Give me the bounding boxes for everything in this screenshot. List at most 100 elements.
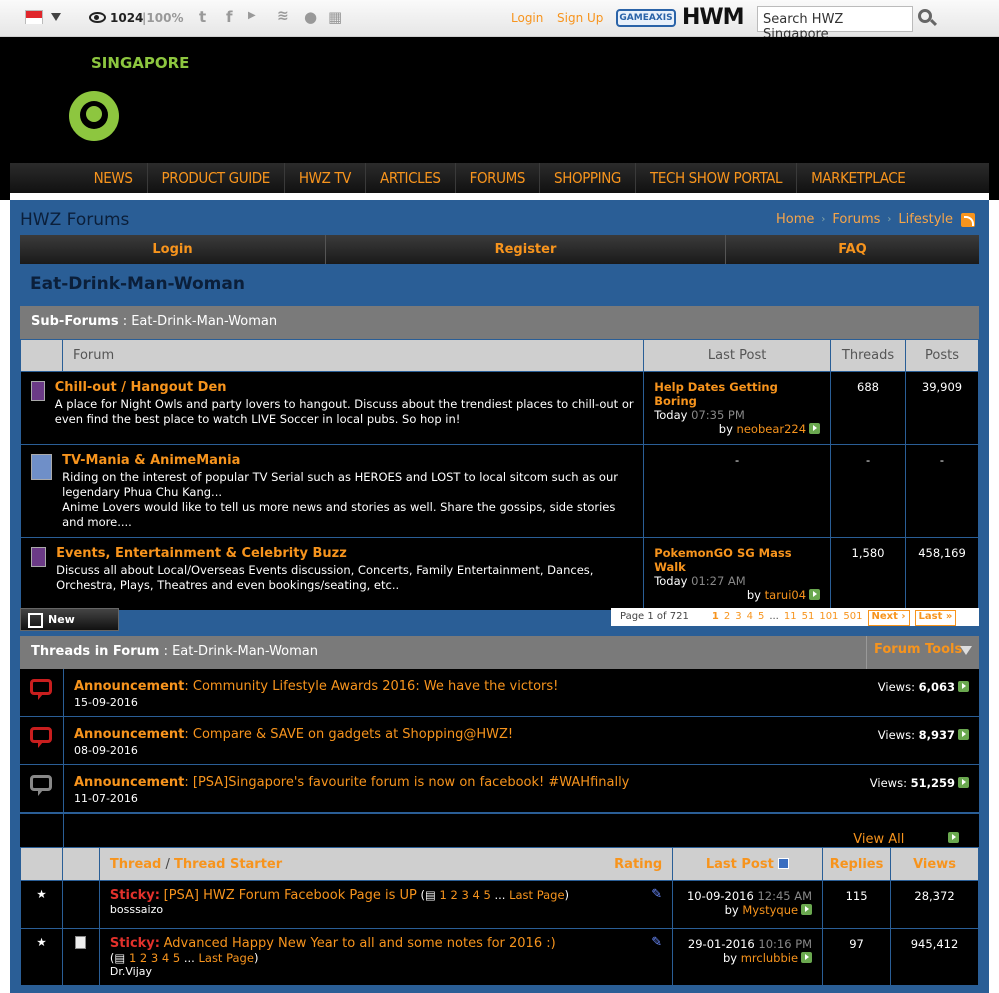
- go-to-post-icon[interactable]: [958, 729, 969, 740]
- nav-shopping[interactable]: SHOPPING: [539, 163, 635, 193]
- nav-marketplace[interactable]: MARKETPLACE: [796, 163, 919, 193]
- announcement-views: Views: 51,259: [870, 776, 969, 790]
- search-input[interactable]: Search HWZ Singapore: [757, 6, 913, 42]
- thread-starter[interactable]: bosssaizo: [110, 903, 662, 916]
- column-last-post: Last Post: [672, 847, 824, 881]
- faq-button[interactable]: FAQ: [726, 235, 979, 264]
- nav-tech-show-portal[interactable]: TECH SHOW PORTAL: [635, 163, 796, 193]
- page-link[interactable]: 5: [758, 608, 764, 626]
- android-icon[interactable]: ▦: [328, 8, 342, 28]
- post-count: 39,909: [905, 371, 979, 445]
- thread-page-link[interactable]: 3: [151, 951, 158, 965]
- by-label: by: [746, 588, 761, 602]
- sort-thread[interactable]: Thread: [110, 857, 161, 872]
- page-link[interactable]: 101: [819, 608, 838, 626]
- column-replies[interactable]: Replies: [822, 847, 892, 881]
- register-button[interactable]: Register: [326, 235, 726, 264]
- thread-page-link[interactable]: 2: [140, 951, 147, 965]
- rss-feed-icon[interactable]: [961, 212, 975, 227]
- page-link[interactable]: 51: [802, 608, 815, 626]
- signup-link[interactable]: Sign Up: [557, 11, 603, 25]
- thread-title-link[interactable]: [PSA] HWZ Forum Facebook Page is UP: [164, 888, 417, 903]
- search-icon[interactable]: [918, 9, 932, 23]
- last-post-title[interactable]: PokemonGO SG Mass Walk: [654, 546, 791, 574]
- youtube-icon[interactable]: ▶: [248, 10, 256, 30]
- singapore-flag-icon[interactable]: [25, 10, 43, 24]
- thread-last-page-link[interactable]: Last Page: [198, 951, 253, 965]
- sort-thread-starter[interactable]: Thread Starter: [174, 857, 282, 872]
- nav-hwz-tv[interactable]: HWZ TV: [283, 163, 365, 193]
- go-icon[interactable]: [948, 832, 959, 843]
- subforum-description: Anime Lovers would like to tell us more …: [62, 500, 616, 529]
- gameaxis-logo[interactable]: GAMEAXIS: [616, 9, 676, 27]
- go-to-post-icon[interactable]: [809, 589, 821, 600]
- table-header-row: Thread / Thread Starter Rating Last Post…: [20, 847, 979, 881]
- thread-page-link[interactable]: 5: [173, 951, 180, 965]
- last-post-user[interactable]: neobear224: [737, 422, 807, 436]
- forum-tools-menu[interactable]: Forum Tools: [866, 636, 979, 669]
- sort-desc-icon[interactable]: [778, 857, 790, 869]
- go-to-post-icon[interactable]: [801, 952, 813, 963]
- login-button[interactable]: Login: [20, 235, 326, 264]
- thread-page-link[interactable]: 5: [483, 888, 490, 902]
- page-link[interactable]: 3: [735, 608, 741, 626]
- last-post-title[interactable]: Help Dates Getting Boring: [654, 380, 778, 408]
- thread-page-link[interactable]: 4: [472, 888, 479, 902]
- last-post-cell: PokemonGO SG Mass Walk Today 01:27 AM by…: [643, 537, 832, 611]
- thread-page-link[interactable]: 1: [440, 888, 447, 902]
- announcement-link[interactable]: Announcement: Compare & SAVE on gadgets …: [74, 727, 513, 742]
- thread-page-link[interactable]: 3: [462, 888, 469, 902]
- by-label: by: [724, 903, 739, 917]
- announcement-title[interactable]: : Community Lifestyle Awards 2016: We ha…: [184, 679, 558, 694]
- page-link[interactable]: 11: [784, 608, 797, 626]
- announcement-link[interactable]: Announcement: Community Lifestyle Awards…: [74, 679, 558, 694]
- nav-news[interactable]: NEWS: [80, 163, 147, 193]
- page-link[interactable]: 1: [712, 608, 719, 626]
- page-link[interactable]: 501: [843, 608, 862, 626]
- subforum-link[interactable]: Events, Entertainment & Celebrity Buzz: [56, 546, 635, 561]
- hwz-logo[interactable]: [69, 91, 119, 141]
- thread-page-link[interactable]: 2: [451, 888, 458, 902]
- announcement-title[interactable]: : Compare & SAVE on gadgets at Shopping@…: [184, 727, 513, 742]
- subforum-link[interactable]: Chill-out / Hangout Den: [55, 380, 635, 395]
- nav-product-guide[interactable]: PRODUCT GUIDE: [146, 163, 284, 193]
- last-page-button[interactable]: Last »: [914, 610, 957, 626]
- go-to-post-icon[interactable]: [809, 423, 821, 434]
- nav-forums[interactable]: FORUMS: [454, 163, 539, 193]
- last-post-user[interactable]: mrclubbie: [741, 951, 798, 965]
- chevron-down-icon[interactable]: [51, 13, 61, 21]
- announcement-title[interactable]: : [PSA]Singapore's favourite forum is no…: [184, 775, 629, 790]
- rss-icon[interactable]: ≋: [277, 8, 289, 28]
- column-views[interactable]: Views: [890, 847, 979, 881]
- login-link[interactable]: Login: [511, 11, 543, 25]
- hwm-logo[interactable]: HWM: [682, 5, 745, 30]
- views-count: 6,063: [918, 680, 955, 694]
- breadcrumb-forums[interactable]: Forums: [832, 212, 880, 227]
- go-to-post-icon[interactable]: [958, 777, 969, 788]
- go-to-post-icon[interactable]: [958, 681, 969, 692]
- page-link[interactable]: 2: [724, 608, 730, 626]
- thread-last-page-link[interactable]: Last Page: [509, 888, 564, 902]
- breadcrumb-home[interactable]: Home: [776, 212, 814, 227]
- last-post-day: Today: [654, 574, 688, 588]
- sort-rating[interactable]: Rating: [614, 857, 662, 872]
- thread-page-link[interactable]: 1: [129, 951, 136, 965]
- subforum-link[interactable]: TV-Mania & AnimeMania: [62, 453, 635, 468]
- sort-last-post[interactable]: Last Post: [706, 857, 774, 872]
- thread-page-link[interactable]: 4: [162, 951, 169, 965]
- new-thread-button[interactable]: New Thread: [20, 608, 119, 647]
- facebook-icon[interactable]: f: [226, 8, 233, 28]
- go-to-post-icon[interactable]: [801, 904, 813, 915]
- last-post-user[interactable]: Mystyque: [742, 903, 798, 917]
- apple-icon[interactable]: ●: [304, 8, 317, 28]
- announcement-row: Announcement: Compare & SAVE on gadgets …: [20, 717, 979, 765]
- nav-articles[interactable]: ARTICLES: [365, 163, 455, 193]
- page-link[interactable]: 4: [747, 608, 753, 626]
- thread-starter[interactable]: Dr.Vijay: [110, 965, 662, 978]
- last-post-user[interactable]: tarui04: [765, 588, 806, 602]
- twitter-icon[interactable]: t: [199, 8, 206, 28]
- announcement-link[interactable]: Announcement: [PSA]Singapore's favourite…: [74, 775, 629, 790]
- thread-title-link[interactable]: Advanced Happy New Year to all and some …: [164, 936, 556, 951]
- breadcrumb-lifestyle[interactable]: Lifestyle: [898, 212, 953, 227]
- next-page-button[interactable]: Next ›: [867, 610, 910, 626]
